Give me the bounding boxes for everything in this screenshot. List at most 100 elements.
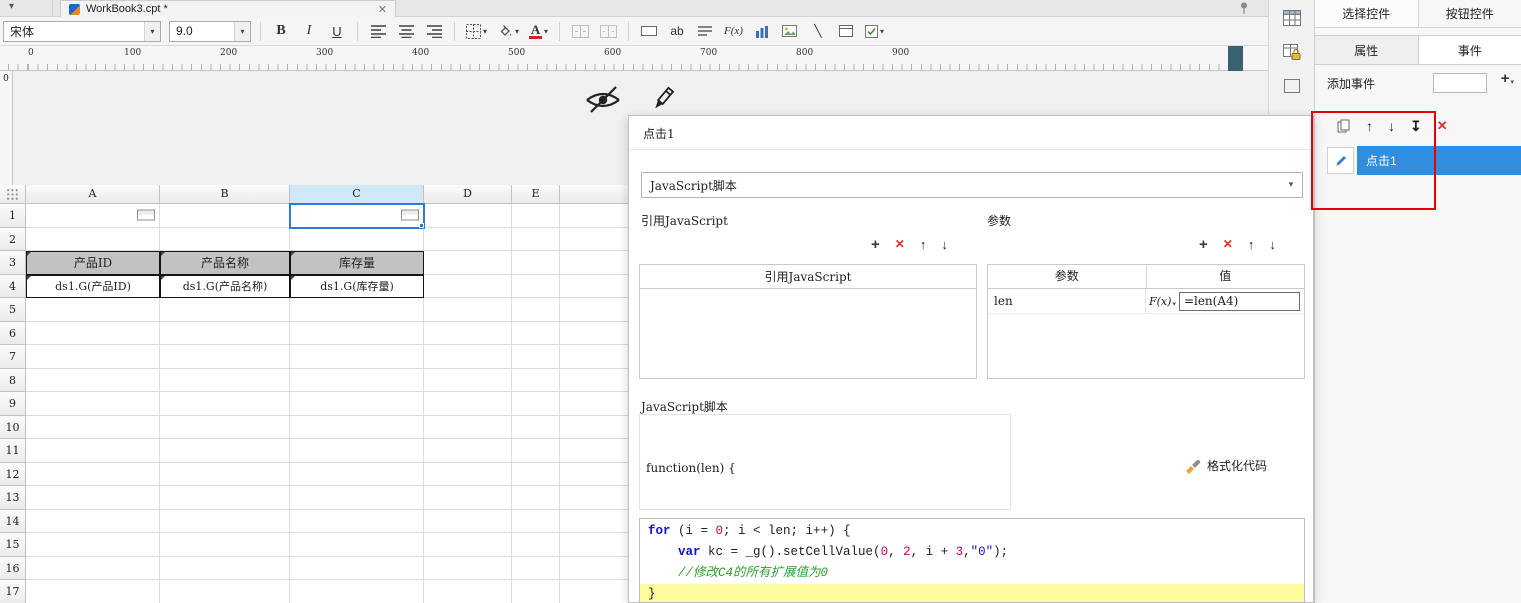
insert-textfield-button[interactable] xyxy=(638,20,660,43)
cell-A9[interactable] xyxy=(26,392,160,416)
cell-B4[interactable]: ds1.G(产品名称) xyxy=(160,275,290,299)
event-item[interactable]: 点击1 xyxy=(1357,146,1521,175)
cell-B7[interactable] xyxy=(160,345,290,369)
row-header-13[interactable]: 13 xyxy=(0,486,26,510)
move-down-icon[interactable]: ↓ xyxy=(941,237,948,252)
insert-lines-button[interactable] xyxy=(694,20,716,43)
cell-A12[interactable] xyxy=(26,463,160,487)
add-event-button[interactable]: + ▾ xyxy=(1501,72,1514,86)
move-up-icon[interactable]: ↑ xyxy=(920,237,927,252)
cell-D2[interactable] xyxy=(424,228,512,252)
column-header-D[interactable]: D xyxy=(424,185,512,204)
row-header-9[interactable]: 9 xyxy=(0,392,26,416)
row-header-12[interactable]: 12 xyxy=(0,463,26,487)
cell-B14[interactable] xyxy=(160,510,290,534)
row-header-6[interactable]: 6 xyxy=(0,322,26,346)
row-header-8[interactable]: 8 xyxy=(0,369,26,393)
move-up-icon[interactable]: ↑ xyxy=(1248,237,1255,252)
cell-D7[interactable] xyxy=(424,345,512,369)
cell-D16[interactable] xyxy=(424,557,512,581)
insert-image-button[interactable] xyxy=(779,20,801,43)
cell-C12[interactable] xyxy=(290,463,424,487)
cell-D15[interactable] xyxy=(424,533,512,557)
cell-E6[interactable] xyxy=(512,322,560,346)
border-dropdown[interactable]: ▾ xyxy=(464,20,489,43)
column-header-E[interactable]: E xyxy=(512,185,560,204)
code-line[interactable]: for (i = 0; i < len; i++) { xyxy=(640,521,1304,542)
cell-B1[interactable] xyxy=(160,204,290,228)
font-color-dropdown[interactable]: A ▾ xyxy=(527,20,550,43)
cell-D13[interactable] xyxy=(424,486,512,510)
cell-A5[interactable] xyxy=(26,298,160,322)
row-header-14[interactable]: 14 xyxy=(0,510,26,534)
insert-label-button[interactable]: ab xyxy=(666,20,688,43)
cell-A3[interactable]: 产品ID xyxy=(26,251,160,275)
merge-cells-button[interactable] xyxy=(569,20,591,43)
cell-A16[interactable] xyxy=(26,557,160,581)
code-line[interactable]: //修改C4的所有扩展值为0 xyxy=(640,563,1304,584)
cell-A8[interactable] xyxy=(26,369,160,393)
cell-D10[interactable] xyxy=(424,416,512,440)
cell-C6[interactable] xyxy=(290,322,424,346)
row-header-5[interactable]: 5 xyxy=(0,298,26,322)
hide-widget-icon[interactable] xyxy=(583,84,623,114)
select-all-corner[interactable] xyxy=(0,185,26,204)
scrollbar-thumb[interactable] xyxy=(1228,46,1243,71)
row-header-11[interactable]: 11 xyxy=(0,439,26,463)
cell-B16[interactable] xyxy=(160,557,290,581)
param-value-input[interactable]: =len(A4) xyxy=(1179,292,1300,311)
cell-C5[interactable] xyxy=(290,298,424,322)
tab-button-widget[interactable]: 按钮控件 xyxy=(1419,0,1521,27)
insert-formula-button[interactable]: F(x) xyxy=(722,20,745,43)
cell-A11[interactable] xyxy=(26,439,160,463)
cell-A17[interactable] xyxy=(26,580,160,603)
cell-E9[interactable] xyxy=(512,392,560,416)
row-header-15[interactable]: 15 xyxy=(0,533,26,557)
cell-E14[interactable] xyxy=(512,510,560,534)
event-type-combobox[interactable] xyxy=(1433,73,1487,93)
code-editor[interactable]: for (i = 0; i < len; i++) { var kc = _g(… xyxy=(639,518,1305,603)
edit-widget-icon[interactable] xyxy=(648,84,678,114)
row-header-2[interactable]: 2 xyxy=(0,228,26,252)
document-tab[interactable]: WorkBook3.cpt * ✕ xyxy=(60,0,396,17)
cell-E2[interactable] xyxy=(512,228,560,252)
cell-B17[interactable] xyxy=(160,580,290,603)
cell-C3[interactable]: 库存量 xyxy=(290,251,424,275)
param-name-cell[interactable]: len xyxy=(988,289,1146,313)
cell-C8[interactable] xyxy=(290,369,424,393)
add-icon[interactable]: + xyxy=(871,236,880,253)
cell-E5[interactable] xyxy=(512,298,560,322)
cell-C2[interactable] xyxy=(290,228,424,252)
row-header-17[interactable]: 17 xyxy=(0,580,26,603)
cell-C17[interactable] xyxy=(290,580,424,603)
font-family-select[interactable]: 宋体 ▾ xyxy=(3,21,161,42)
toolbox-locked-table-icon[interactable] xyxy=(1280,41,1304,63)
cell-D14[interactable] xyxy=(424,510,512,534)
insert-line-button[interactable]: ╲ xyxy=(807,20,829,43)
insert-block-button[interactable] xyxy=(835,20,857,43)
cell-E15[interactable] xyxy=(512,533,560,557)
add-icon[interactable]: + xyxy=(1199,236,1208,253)
cell-D1[interactable] xyxy=(424,204,512,228)
insert-widget-dropdown[interactable]: ▾ xyxy=(863,20,886,43)
cell-C16[interactable] xyxy=(290,557,424,581)
delete-event-icon[interactable]: ✕ xyxy=(1437,118,1448,134)
formula-fx-button[interactable]: F(x) ▾ xyxy=(1149,295,1176,308)
delete-icon[interactable]: ✕ xyxy=(1223,237,1233,251)
row-header-7[interactable]: 7 xyxy=(0,345,26,369)
row-header-10[interactable]: 10 xyxy=(0,416,26,440)
row-header-16[interactable]: 16 xyxy=(0,557,26,581)
cell-A2[interactable] xyxy=(26,228,160,252)
textfield-widget-icon[interactable] xyxy=(137,210,155,221)
insert-chart-button[interactable] xyxy=(751,20,773,43)
column-header-B[interactable]: B xyxy=(160,185,290,204)
cell-A6[interactable] xyxy=(26,322,160,346)
cell-D5[interactable] xyxy=(424,298,512,322)
cell-A15[interactable] xyxy=(26,533,160,557)
font-size-select[interactable]: 9.0 ▾ xyxy=(169,21,251,42)
cell-B13[interactable] xyxy=(160,486,290,510)
ref-js-list[interactable]: 引用JavaScript xyxy=(639,264,977,379)
copy-event-icon[interactable] xyxy=(1337,119,1351,133)
toolbox-rect-icon[interactable] xyxy=(1280,75,1304,97)
cell-B15[interactable] xyxy=(160,533,290,557)
